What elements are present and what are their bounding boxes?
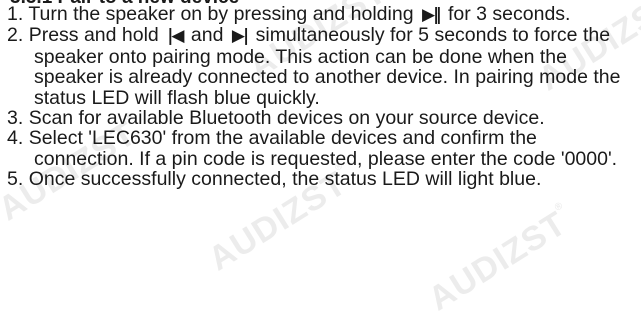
step-text: Once successfully connected, the status … [28,168,542,191]
step-text: Turn the speaker on by pressing and hold… [28,3,414,25]
step-number: 3. [7,107,24,130]
list-item: 5. Once successfully connected, the stat… [0,168,639,191]
manual-page: AUDIZST® AUDIZST® AUDIZST® AUDIZST® AUDI… [0,0,641,336]
watermark-logo: AUDIZST® [422,199,574,319]
step-number: 4. [7,127,24,150]
step-text: for 3 seconds. [447,3,571,25]
pairing-steps-list: 1. Turn the speaker on by pressing and h… [0,4,639,190]
play-pause-icon: ▶‖ [421,5,442,25]
step-number: 1. [7,3,24,25]
list-item: 2. Press and hold |◀ and ▶| simultaneous… [0,25,639,108]
step-number: 5. [7,168,24,191]
list-item: 1. Turn the speaker on by pressing and h… [0,4,639,25]
previous-icon: |◀ [167,26,184,47]
step-text: Select 'LEC630' from the available devic… [28,127,618,170]
list-item: 3. Scan for available Bluetooth devices … [0,107,639,130]
list-item: 4. Select 'LEC630' from the available de… [0,128,639,169]
step-text: Scan for available Bluetooth devices on … [28,107,545,130]
next-icon: ▶| [231,26,249,47]
step-text: and [190,24,224,47]
step-number: 2. [7,24,24,47]
step-text: Press and hold [28,24,159,47]
